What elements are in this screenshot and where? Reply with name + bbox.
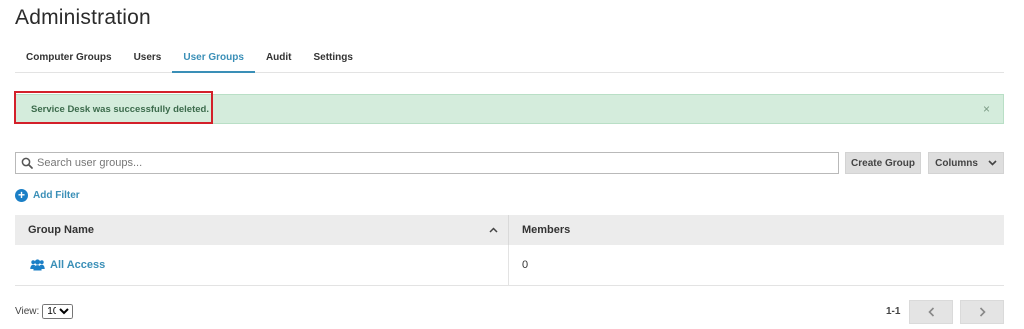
page-size-select[interactable]: 10 25 50 100	[42, 304, 74, 319]
tab-settings[interactable]: Settings	[303, 45, 364, 73]
sort-ascending-icon	[489, 227, 498, 233]
plus-circle-icon: +	[15, 189, 28, 202]
create-group-label: Create Group	[851, 157, 915, 169]
tab-user-groups-label: User Groups	[183, 52, 244, 63]
tab-computer-groups[interactable]: Computer Groups	[15, 45, 123, 73]
group-link[interactable]: All Access	[50, 245, 105, 286]
previous-page-button[interactable]	[909, 300, 953, 324]
chevron-down-icon	[988, 160, 997, 166]
add-filter-button[interactable]: + Add Filter	[15, 189, 80, 202]
highlight-box	[14, 91, 213, 124]
chevron-right-icon	[979, 307, 986, 317]
table-header: Group Name Members	[15, 215, 1004, 245]
chevron-left-icon	[927, 307, 934, 317]
create-group-button[interactable]: Create Group	[845, 152, 921, 174]
table-row: All Access 0	[15, 245, 1004, 286]
columns-label: Columns	[935, 157, 978, 169]
column-header-label: Members	[522, 224, 571, 236]
tab-user-groups[interactable]: User Groups	[172, 45, 255, 73]
search-icon	[21, 157, 33, 169]
column-header-group-name[interactable]: Group Name	[15, 215, 509, 245]
next-page-button[interactable]	[960, 300, 1004, 324]
column-header-label: Group Name	[28, 224, 95, 236]
search-input[interactable]	[37, 155, 827, 171]
column-header-members[interactable]: Members	[509, 215, 1004, 245]
tab-users[interactable]: Users	[123, 45, 173, 73]
add-filter-label: Add Filter	[33, 190, 80, 201]
pagination-range: 1-1	[886, 306, 901, 317]
admin-tabs: Computer Groups Users User Groups Audit …	[15, 45, 1004, 73]
members-cell: 0	[522, 259, 529, 271]
close-icon[interactable]: ×	[983, 102, 990, 116]
users-icon	[30, 259, 45, 271]
group-name-cell: All Access	[15, 245, 509, 285]
tab-audit[interactable]: Audit	[255, 45, 303, 73]
columns-button[interactable]: Columns	[928, 152, 1004, 174]
page-size-control: View: 10 25 50 100	[15, 304, 74, 319]
view-label: View:	[15, 306, 40, 317]
page-title: Administration	[15, 6, 151, 29]
user-groups-table: Group Name Members All Access 0	[15, 215, 1004, 286]
search-box	[15, 152, 839, 174]
